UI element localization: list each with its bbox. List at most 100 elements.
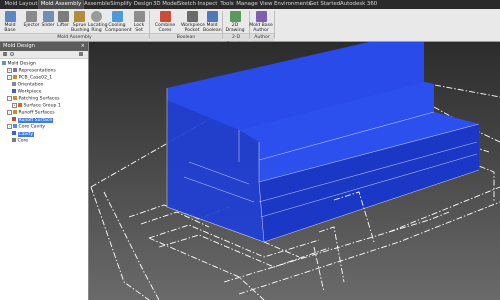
tab-inspect[interactable]: Inspect [197,0,218,9]
tree-item-label: Surface Group 1 [23,103,61,109]
mold-base-author-button[interactable]: Mold Base Author [249,11,273,34]
tree-item-icon [13,110,17,114]
tree-item[interactable]: Runoff Surface [12,117,54,124]
tab-tools[interactable]: Tools [218,0,236,9]
tree-item[interactable]: - PCB_Case02_1 [7,75,52,82]
model-canvas[interactable] [89,42,500,300]
expand-toggle-icon[interactable]: - [7,96,12,101]
tree-item-icon [13,68,17,72]
tree-item-label: Workpiece [17,89,42,95]
tab-environments[interactable]: Environments [274,0,311,9]
group-separator [274,11,275,39]
tree-item-icon [12,117,16,121]
filter-icon[interactable] [3,52,7,56]
tree-item-icon [12,131,16,135]
tree-item-label: Cavity [17,131,35,137]
tree-item-label: Core [17,138,29,144]
tree-item-icon [18,103,22,107]
tree-item[interactable]: Workpiece [12,89,42,96]
tab-design[interactable]: Design [133,0,153,9]
workpiece-pocket-icon [186,11,198,22]
graphics-viewport[interactable] [89,42,500,300]
mold-boolean-button[interactable]: Mold Boolean [203,11,222,34]
mold-block[interactable] [167,42,479,242]
menu-icon[interactable] [79,52,83,56]
tab-3d-model[interactable]: 3D Model [153,0,178,9]
tree-item-icon [12,89,16,93]
tree-item-icon [13,96,17,100]
sprue-bushing-icon [74,11,85,22]
tree-item-label: Orientation [17,82,44,88]
lifter-button[interactable]: Lifter [56,11,70,28]
expand-toggle-icon[interactable]: - [7,124,12,129]
2d-drawing-button[interactable]: 2D Drawing [222,11,248,34]
sprue-bushing-button[interactable]: Sprue Bushing [71,11,89,34]
ejector-button[interactable]: Ejector [23,11,40,28]
tree-item-icon [13,124,17,128]
close-icon[interactable]: × [81,42,85,51]
tab-simplify[interactable]: Simplify [110,0,132,9]
tree-item[interactable]: + Surface Group 1 [12,103,61,110]
tree-item[interactable]: Mold Design [2,61,36,68]
expand-toggle-icon[interactable]: - [7,110,12,115]
tab-mold-layout[interactable]: Mold Layout [4,0,38,9]
cooling-component-button[interactable]: Cooling Component [105,11,132,34]
lock-set-icon [133,11,145,22]
combine-cores-cavities-icon [159,11,171,22]
slider-icon [42,11,54,22]
group-label-boolean: Boolean [150,33,222,41]
group-label-author: Author [250,33,274,41]
tree-item[interactable]: Orientation [12,82,43,89]
group-label-mold-assembly: Mold Assembly [0,33,149,41]
model-browser: Mold Design × Mold Design + Representation… [0,42,89,300]
tab-assemble[interactable]: Assemble [84,0,110,9]
tree-item-icon [13,75,17,79]
lock-set-button[interactable]: Lock Set [130,11,148,34]
tree-item[interactable]: + Representations [7,68,56,75]
browser-header: Mold Design × [0,42,88,51]
ejector-icon [26,11,37,22]
workpiece-pocket-button[interactable]: Workpiece Pocket [181,11,205,34]
tree-item-label: PCB_Case02_1 [18,75,53,81]
search-icon[interactable] [10,52,14,56]
expand-toggle-icon[interactable]: + [7,68,12,73]
expand-toggle-icon[interactable]: - [7,75,12,80]
tab-autodesk-360[interactable]: Autodesk 360 [340,0,377,9]
locating-ring-button[interactable]: Locating Ring [88,11,108,34]
tree-item[interactable]: Cavity [12,131,35,138]
tree-item-label: Representations [18,68,56,74]
tree-item[interactable]: - Core Cavity [7,124,45,131]
slider-button[interactable]: Slider [40,11,56,28]
mold-base-author-icon [255,11,267,22]
tab-view[interactable]: View [258,0,274,9]
tree-item-icon [12,82,16,86]
ribbon-panel: Mold Base Ejector Slider Lifter Sprue Bu… [0,9,500,47]
ribbon-tab-bar: Mold Layout Mold Assembly Assemble Simpl… [0,0,500,9]
locating-ring-icon [91,11,102,22]
tree-item-icon [12,138,16,142]
browser-title: Mold Design [3,43,35,49]
tree-item[interactable]: - Runoff Surfaces [7,110,55,117]
tab-get-started[interactable]: Get Started [309,0,340,9]
cooling-component-icon [111,11,123,22]
tree-item[interactable]: - Patching Surfaces [7,96,60,103]
tree-item-icon [2,61,6,65]
tree-item[interactable]: Core [12,138,28,145]
browser-toolbar [0,51,88,59]
tab-manage[interactable]: Manage [236,0,258,9]
tree-item-label: Runoff Surfaces [18,110,55,116]
tree-item-label: Runoff Surface [17,117,54,123]
2d-drawing-icon [229,11,241,22]
lifter-icon [57,11,69,22]
mold-base-icon [4,11,16,22]
tab-sketch[interactable]: Sketch [177,0,197,9]
tree-item-label: Patching Surfaces [18,96,60,102]
expand-toggle-icon[interactable]: + [12,103,17,108]
tab-mold-assembly[interactable]: Mold Assembly [38,0,84,9]
mold-base-button[interactable]: Mold Base [1,11,19,34]
tree-item-label: Mold Design [7,61,36,67]
tree-item-label: Core Cavity [18,124,46,130]
group-label-2d-drawing: 2-D Drawing [223,33,249,47]
mold-boolean-icon [206,11,218,22]
browser-tree: Mold Design + Representations - PCB_Case02_1… [0,59,88,299]
